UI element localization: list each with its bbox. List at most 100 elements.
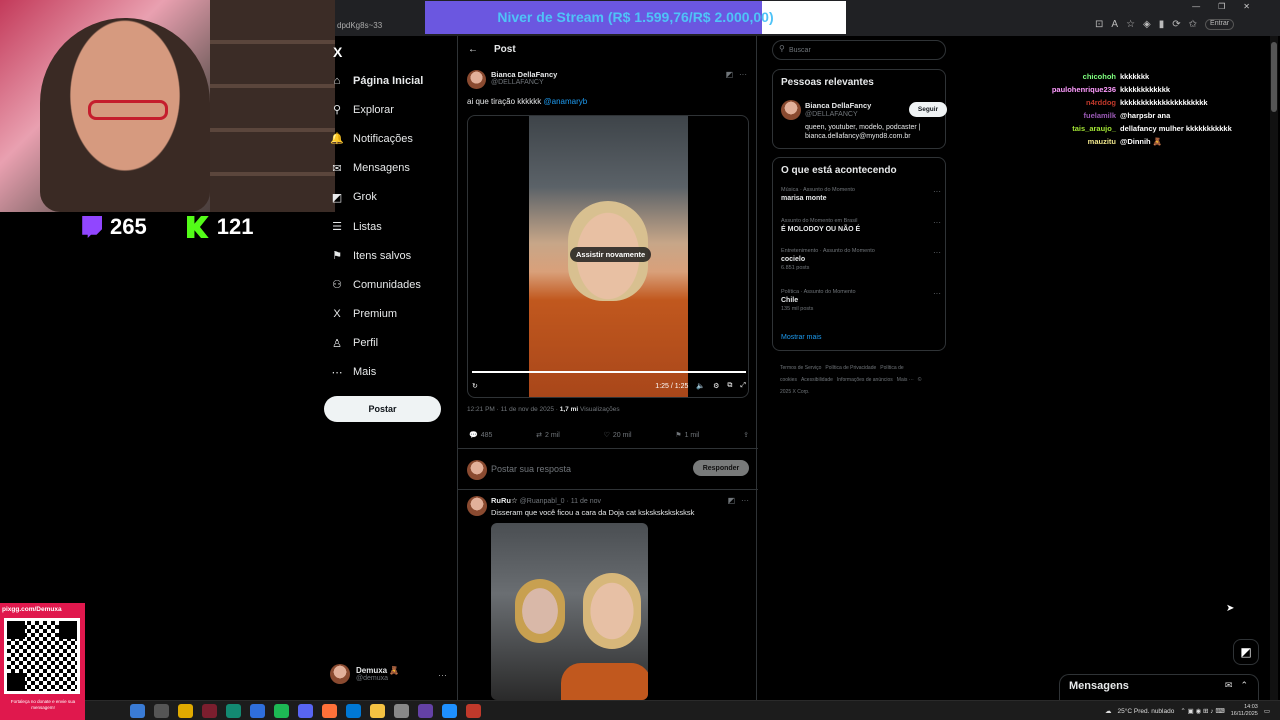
post-author[interactable]: Bianca DellaFancy @DELLAFANCY — [467, 70, 557, 89]
app-icon[interactable] — [202, 704, 217, 718]
relevant-user-name[interactable]: Bianca DellaFancy — [805, 101, 871, 110]
app-icon[interactable] — [250, 704, 265, 718]
more-icon[interactable]: ··· — [739, 70, 747, 79]
search-input[interactable] — [789, 43, 939, 57]
app-icon[interactable] — [346, 704, 361, 718]
relevant-user-handle[interactable]: @DELLAFANCY — [805, 111, 858, 118]
reply-author-name[interactable]: RuRu☆ — [491, 496, 518, 505]
sidebar-item-premium[interactable]: X Premium — [330, 300, 450, 329]
trend-item[interactable]: Música · Assunto do Momento marisa monte ·… — [781, 187, 941, 202]
sidebar-item-listas[interactable]: ☰ Listas — [330, 212, 450, 241]
grok-float-button[interactable]: ◩ — [1233, 639, 1259, 665]
footer-link[interactable]: Política de Privacidade — [825, 365, 876, 371]
reply-author-handle[interactable]: @Ruanpabl_0 · 11 de nov — [520, 498, 601, 505]
reply-input[interactable] — [491, 461, 681, 477]
sidebar-item-comunidades[interactable]: ⚇ Comunidades — [330, 270, 450, 299]
grok-icon[interactable]: ◩ — [725, 70, 733, 79]
app-icon[interactable] — [178, 704, 193, 718]
tray-icons[interactable]: ⌃ ▣ ◉ ⊞ ♪ ⌨ — [1180, 707, 1224, 715]
footer-link[interactable]: Termos de Serviço — [780, 365, 821, 371]
refresh-icon[interactable]: ⟳ — [1172, 19, 1180, 30]
sidebar-item-grok[interactable]: ◩ Grok — [330, 183, 450, 212]
video-progress-bar[interactable] — [472, 371, 746, 373]
fullscreen-icon[interactable]: ⤢ — [740, 382, 746, 390]
footer-link[interactable]: Mais ··· — [897, 377, 914, 383]
avatar[interactable] — [781, 100, 801, 120]
app-icon[interactable] — [394, 704, 409, 718]
scrollbar[interactable] — [1270, 36, 1278, 700]
sidebar-item-itens-salvos[interactable]: ⚑ Itens salvos — [330, 241, 450, 270]
app-icon[interactable] — [418, 704, 433, 718]
favorite-icon[interactable]: ☆ — [1126, 19, 1135, 30]
avatar[interactable] — [467, 496, 487, 516]
video-player[interactable]: Assistir novamente ↻ 1:25 / 1:25 🔈 ⚙ ⧉ ⤢ — [467, 115, 749, 398]
footer-link[interactable]: Informações de anúncios — [837, 377, 893, 383]
more-icon[interactable]: ··· — [933, 187, 941, 196]
restore-icon[interactable]: ❐ — [1218, 2, 1225, 11]
folder-icon[interactable] — [370, 704, 385, 718]
back-arrow-icon[interactable]: ← — [468, 44, 478, 55]
sidebar-item-notificações[interactable]: 🔔 Notificações — [330, 124, 450, 153]
post-timestamp[interactable]: 12:21 PM · 11 de nov de 2025 · — [467, 406, 558, 413]
volume-icon[interactable]: 🔈 — [696, 382, 705, 390]
edge-icon[interactable] — [226, 704, 241, 718]
trend-item[interactable]: Entretenimento · Assunto do Momento cocie… — [781, 248, 941, 271]
weather-text[interactable]: 25°C Pred. nublado — [1118, 708, 1175, 715]
minimize-icon[interactable]: — — [1192, 2, 1200, 11]
discord-icon[interactable] — [298, 704, 313, 718]
avatar[interactable] — [467, 70, 486, 89]
start-icon[interactable] — [130, 704, 145, 718]
x-logo-icon[interactable]: X — [333, 44, 342, 60]
trend-item[interactable]: Assunto do Momento em Brasil É MOLODOY OU… — [781, 218, 941, 233]
spotify-icon[interactable] — [274, 704, 289, 718]
install-icon[interactable]: ⊡ — [1095, 19, 1103, 30]
profile-button[interactable]: Entrar — [1205, 19, 1235, 30]
follow-button[interactable]: Seguir — [909, 102, 947, 117]
replay-icon[interactable]: ↻ — [472, 382, 478, 390]
read-aloud-icon[interactable]: A — [1111, 19, 1118, 30]
new-message-icon[interactable]: ✉ — [1225, 680, 1233, 691]
favorites-icon[interactable]: ✩ — [1189, 19, 1197, 30]
sidebar-item-explorar[interactable]: ⚲ Explorar — [330, 95, 450, 124]
rewatch-button[interactable]: Assistir novamente — [570, 247, 652, 262]
author-name[interactable]: Bianca DellaFancy — [491, 70, 557, 79]
split-screen-icon[interactable]: ▮ — [1159, 19, 1165, 30]
grok-icon[interactable]: ◩ — [727, 496, 735, 505]
app-icon[interactable] — [442, 704, 457, 718]
settings-icon[interactable]: ⚙ — [713, 382, 719, 390]
sidebar-item-mais[interactable]: ⋯ Mais — [330, 358, 450, 387]
reply-action[interactable]: 💬 485 — [469, 431, 492, 440]
close-icon[interactable]: ✕ — [1243, 2, 1250, 11]
repost-action[interactable]: ⇄ 2 mil — [536, 431, 560, 440]
post-button[interactable]: Postar — [324, 396, 441, 422]
sidebar-item-página-inicial[interactable]: ⌂ Página Inicial — [330, 66, 450, 95]
bookmark-action[interactable]: ⚑ 1 mil — [675, 431, 699, 440]
more-icon[interactable]: ··· — [741, 496, 749, 505]
account-switcher[interactable]: Demuxa 🧸 @demuxa — [330, 664, 399, 684]
expand-icon[interactable]: ⌃ — [1240, 680, 1248, 691]
more-icon[interactable]: ··· — [933, 248, 941, 257]
sidebar-item-perfil[interactable]: ♙ Perfil — [330, 329, 450, 358]
like-action[interactable]: ♡ 20 mil — [604, 431, 632, 440]
messages-dock[interactable]: Mensagens ✉ ⌃ — [1059, 674, 1259, 700]
footer-link[interactable]: Acessibilidade — [801, 377, 833, 383]
pip-icon[interactable]: ⧉ — [727, 382, 732, 390]
show-more-link[interactable]: Mostrar mais — [781, 334, 821, 341]
share-action[interactable]: ⇪ — [743, 431, 749, 439]
reply-image[interactable] — [491, 523, 648, 700]
more-icon[interactable]: ··· — [933, 218, 941, 227]
author-handle[interactable]: @DELLAFANCY — [491, 79, 557, 86]
extension-icon[interactable]: ◈ — [1143, 19, 1151, 30]
account-more-icon[interactable]: ··· — [438, 670, 447, 680]
scrollbar-thumb[interactable] — [1271, 42, 1277, 112]
sidebar-item-mensagens[interactable]: ✉ Mensagens — [330, 154, 450, 183]
firefox-icon[interactable] — [322, 704, 337, 718]
reply-button[interactable]: Responder — [693, 460, 749, 476]
trend-item[interactable]: Política · Assunto do Momento Chile 135 mi… — [781, 289, 941, 312]
obs-icon[interactable] — [466, 704, 481, 718]
task-view-icon[interactable] — [154, 704, 169, 718]
address-bar[interactable]: dpdKg8s~33 — [335, 18, 425, 34]
notification-icon[interactable]: ▭ — [1264, 707, 1270, 715]
clock[interactable]: 14:03 16/11/2025 — [1231, 704, 1258, 718]
more-icon[interactable]: ··· — [933, 289, 941, 298]
